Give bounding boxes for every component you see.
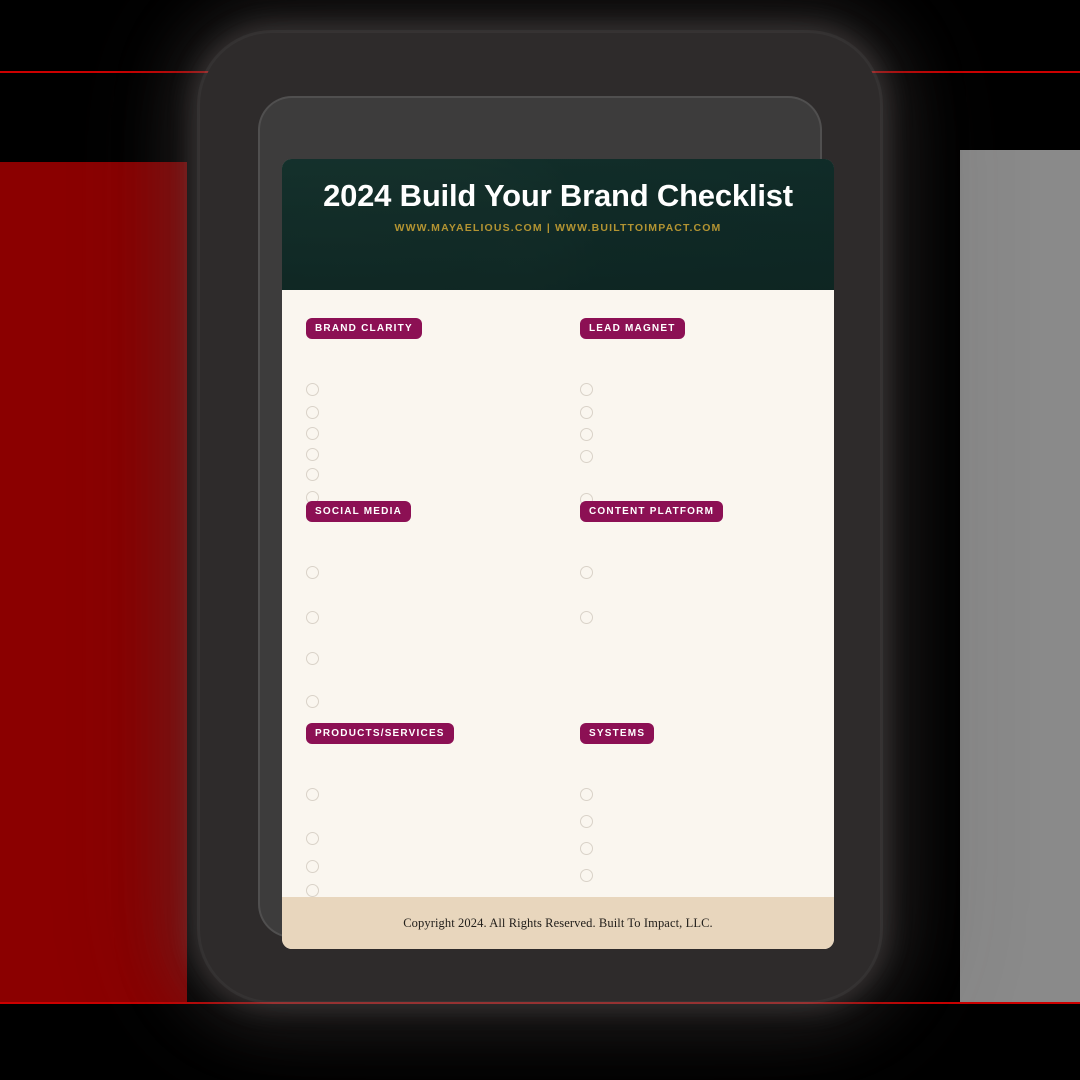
- checklist-section-content-platform: CONTENT PLATFORM: [580, 501, 724, 624]
- checkbox-circle-icon[interactable]: [580, 406, 593, 419]
- checkbox-circle-icon[interactable]: [306, 468, 319, 481]
- copyright-text: Copyright 2024. All Rights Reserved. Bui…: [403, 915, 713, 930]
- checklist-item[interactable]: [306, 448, 327, 461]
- section-badge-systems: SYSTEMS: [580, 723, 655, 744]
- checkbox-circle-icon[interactable]: [580, 383, 593, 396]
- checklist-item[interactable]: [306, 884, 327, 897]
- checkbox-circle-icon[interactable]: [580, 869, 593, 882]
- section-badge-brand-clarity: BRAND CLARITY: [306, 318, 422, 339]
- checkbox-circle-icon[interactable]: [306, 860, 319, 873]
- checklist-item[interactable]: [306, 566, 327, 579]
- checklist-item[interactable]: [580, 842, 601, 855]
- checkbox-circle-icon[interactable]: [306, 611, 319, 624]
- checklist-item[interactable]: [306, 611, 327, 624]
- checklist-item[interactable]: [306, 652, 327, 665]
- background-gray-block: [960, 150, 1080, 1002]
- section-badge-products-services: PRODUCTS/SERVICES: [306, 723, 454, 744]
- checklist-item[interactable]: [306, 860, 327, 873]
- checkbox-circle-icon[interactable]: [306, 406, 319, 419]
- checklist-section-systems: SYSTEMS: [580, 723, 655, 882]
- checkbox-circle-icon[interactable]: [580, 842, 593, 855]
- header-website-urls: WWW.MAYAELIOUS.COM | WWW.BUILTTOIMPACT.C…: [394, 222, 722, 235]
- checkbox-circle-icon[interactable]: [306, 884, 319, 897]
- checklist-item[interactable]: [306, 427, 327, 440]
- checkbox-circle-icon[interactable]: [306, 695, 319, 708]
- checklist-item[interactable]: [306, 383, 327, 396]
- section-badge-content-platform: CONTENT PLATFORM: [580, 501, 724, 522]
- checklist-item[interactable]: [580, 450, 601, 463]
- checklist-body: BRAND CLARITY LEAD MAGNET SOCIAL MEDIA CONT…: [282, 290, 834, 897]
- checklist-item[interactable]: [580, 611, 601, 624]
- checklist-item[interactable]: [580, 869, 601, 882]
- checklist-item[interactable]: [580, 815, 601, 828]
- checkbox-circle-icon[interactable]: [306, 566, 319, 579]
- checkbox-circle-icon[interactable]: [580, 450, 593, 463]
- checklist-item[interactable]: [580, 383, 601, 396]
- checklist-section-lead-magnet: LEAD MAGNET: [580, 318, 685, 506]
- checklist-item[interactable]: [306, 695, 327, 708]
- document-footer: Copyright 2024. All Rights Reserved. Bui…: [282, 897, 834, 949]
- checkbox-circle-icon[interactable]: [306, 383, 319, 396]
- checklist-item[interactable]: [580, 788, 601, 801]
- checkbox-circle-icon[interactable]: [580, 428, 593, 441]
- tablet-bezel: 2024 Build Your Brand Checklist WWW.MAYA…: [258, 96, 834, 949]
- section-badge-lead-magnet: LEAD MAGNET: [580, 318, 685, 339]
- checklist-section-social-media: SOCIAL MEDIA: [306, 501, 411, 708]
- background-red-block: [0, 162, 187, 1002]
- checkbox-circle-icon[interactable]: [306, 652, 319, 665]
- checkbox-circle-icon[interactable]: [306, 832, 319, 845]
- checklist-item[interactable]: [580, 406, 601, 419]
- checklist-item[interactable]: [580, 428, 601, 441]
- checkbox-circle-icon[interactable]: [580, 566, 593, 579]
- section-badge-social-media: SOCIAL MEDIA: [306, 501, 411, 522]
- checklist-section-brand-clarity: BRAND CLARITY: [306, 318, 422, 504]
- background-bottom-rule: [0, 1002, 1080, 1004]
- checkbox-circle-icon[interactable]: [306, 448, 319, 461]
- checklist-section-products-services: PRODUCTS/SERVICES: [306, 723, 454, 897]
- checklist-item[interactable]: [306, 468, 327, 481]
- tablet-screen: 2024 Build Your Brand Checklist WWW.MAYA…: [282, 159, 834, 949]
- checkbox-circle-icon[interactable]: [306, 788, 319, 801]
- page-title: 2024 Build Your Brand Checklist: [323, 178, 793, 213]
- document-header: 2024 Build Your Brand Checklist WWW.MAYA…: [282, 159, 834, 290]
- tablet-device: 2024 Build Your Brand Checklist WWW.MAYA…: [200, 33, 880, 1001]
- checklist-item[interactable]: [580, 566, 601, 579]
- checkbox-circle-icon[interactable]: [580, 788, 593, 801]
- checklist-item[interactable]: [306, 832, 327, 845]
- checkbox-circle-icon[interactable]: [580, 611, 593, 624]
- checklist-item[interactable]: [306, 788, 327, 801]
- checkbox-circle-icon[interactable]: [306, 427, 319, 440]
- checklist-item[interactable]: [306, 406, 327, 419]
- checkbox-circle-icon[interactable]: [580, 815, 593, 828]
